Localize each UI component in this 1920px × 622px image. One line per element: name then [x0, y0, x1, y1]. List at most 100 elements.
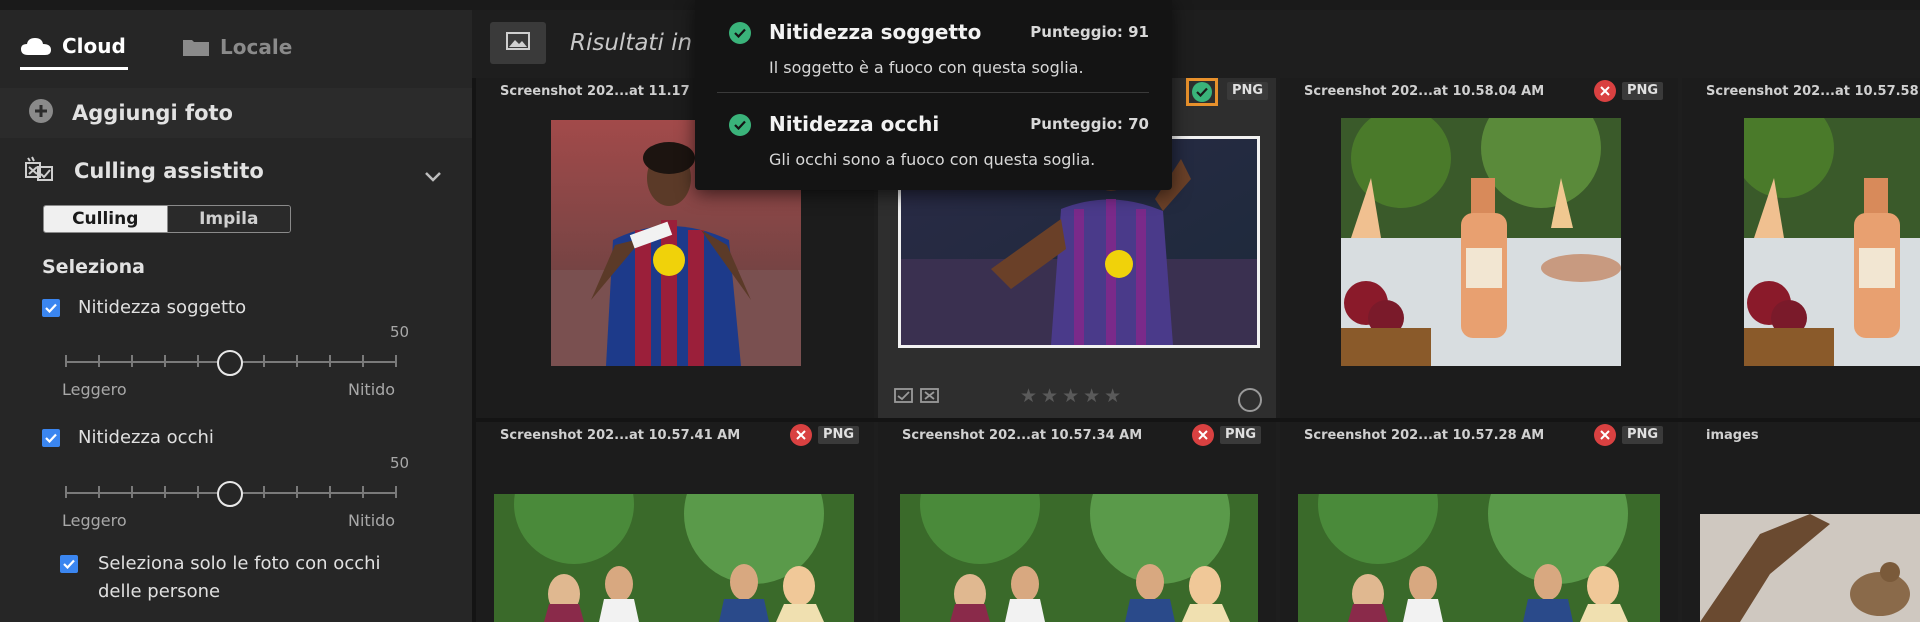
culling-section-title: Culling assistito: [74, 159, 264, 183]
photo-thumbnail[interactable]: [1341, 118, 1621, 366]
results-title: Risultati in: [570, 30, 693, 56]
eye-sharpness-min-label: Leggero: [62, 511, 127, 530]
reject-icon[interactable]: [1594, 80, 1616, 102]
subject-sharpness-row: Nitidezza soggetto: [42, 294, 246, 322]
subject-sharpness-slider-thumb[interactable]: [217, 350, 243, 376]
photo-cell[interactable]: images: [1682, 422, 1920, 622]
photo-thumbnail[interactable]: [494, 494, 854, 622]
slider-tick: [65, 355, 67, 367]
assisted-culling-icon: [24, 155, 56, 188]
slider-tick: [131, 486, 133, 498]
slider-tick: [395, 355, 397, 367]
slider-tick: [197, 355, 199, 367]
slider-tick: [296, 355, 298, 367]
file-type-badge: PNG: [1622, 82, 1664, 100]
slider-tick: [329, 355, 331, 367]
accepted-flag[interactable]: [1186, 78, 1218, 106]
slider-tick: [263, 355, 265, 367]
photo-cell[interactable]: Screenshot 202...at 10.58.04 AM PNG: [1280, 78, 1678, 418]
star-rating[interactable]: ★★★★★: [1020, 385, 1125, 407]
photo-filename: Screenshot 202...at 10.57.41 AM: [500, 428, 741, 443]
photo-cell[interactable]: Screenshot 202...at 10.57.58: [1682, 78, 1920, 418]
photo-thumbnail[interactable]: [1744, 118, 1920, 366]
eye-sharpness-slider-thumb[interactable]: [217, 481, 243, 507]
check-circle-icon: [729, 22, 751, 44]
slider-tick: [263, 486, 265, 498]
file-type-badge: PNG: [1220, 426, 1262, 444]
reject-icon[interactable]: [790, 424, 812, 446]
photo-filename: Screenshot 202...at 10.57.28 AM: [1304, 428, 1545, 443]
slider-tick: [362, 486, 364, 498]
eye-sharpness-slider[interactable]: [65, 479, 401, 507]
segment-culling-button[interactable]: Culling: [44, 206, 167, 232]
tab-local-label: Locale: [220, 35, 293, 59]
cloud-icon: [20, 36, 52, 56]
check-icon: [1192, 82, 1212, 102]
image-icon: [506, 32, 530, 54]
tab-local[interactable]: Locale: [182, 24, 292, 70]
slider-tick: [197, 486, 199, 498]
select-circle-button[interactable]: [1238, 388, 1262, 412]
photo-filename: Screenshot 202...at 10.57.58: [1706, 84, 1919, 99]
source-tabs: Cloud Locale: [20, 24, 460, 72]
culling-section-header[interactable]: Culling assistito: [0, 146, 472, 196]
eyes-only-label-line1: Seleziona solo le foto con occhi: [98, 553, 381, 574]
slider-tick: [131, 355, 133, 367]
file-type-badge: PNG: [1227, 82, 1269, 100]
reject-icon[interactable]: [1192, 424, 1214, 446]
slider-tick: [98, 355, 100, 367]
segment-stack-button[interactable]: Impila: [166, 206, 290, 232]
tooltip-eyes-score: Punteggio: 70: [1030, 115, 1149, 133]
tooltip-eyes-desc: Gli occhi sono a fuoco con questa soglia…: [769, 150, 1096, 169]
grid-row-divider: [476, 418, 1920, 422]
reject-flag-icon[interactable]: [920, 388, 940, 408]
subject-sharpness-label: Nitidezza soggetto: [78, 297, 247, 318]
image-view-button[interactable]: [490, 22, 546, 64]
photo-filename: Screenshot 202...at 10.58.04 AM: [1304, 84, 1545, 99]
file-type-badge: PNG: [1622, 426, 1664, 444]
photo-filename: images: [1706, 428, 1759, 443]
culling-mode-segment: Culling Impila: [43, 205, 291, 233]
chevron-down-icon[interactable]: [424, 164, 442, 188]
slider-tick: [164, 355, 166, 367]
eye-sharpness-row: Nitidezza occhi: [42, 424, 214, 452]
photo-thumbnail[interactable]: [1298, 494, 1660, 622]
photo-cell[interactable]: Screenshot 202...at 10.57.34 AM PNG: [878, 422, 1276, 622]
photo-cell[interactable]: Screenshot 202...at 10.57.41 AM PNG: [476, 422, 874, 622]
photo-cell[interactable]: Screenshot 202...at 10.57.28 AM PNG: [1280, 422, 1678, 622]
check-circle-icon: [729, 114, 751, 136]
photo-filename: Screenshot 202...at 11.17: [500, 84, 690, 99]
subject-sharpness-value: 50: [390, 323, 410, 341]
photo-thumbnail[interactable]: [1700, 514, 1920, 622]
file-type-badge: PNG: [818, 426, 860, 444]
eyes-only-label-line2: delle persone: [98, 581, 221, 602]
reject-icon[interactable]: [1594, 424, 1616, 446]
tooltip-subject-score: Punteggio: 91: [1030, 23, 1149, 41]
eyes-only-checkbox[interactable]: [60, 555, 78, 573]
subject-sharpness-checkbox[interactable]: [42, 299, 60, 317]
eye-sharpness-label: Nitidezza occhi: [78, 427, 214, 448]
subject-sharpness-slider[interactable]: [65, 348, 401, 376]
folder-icon: [182, 37, 210, 57]
tab-cloud[interactable]: Cloud: [20, 24, 128, 70]
add-photo-label: Aggiungi foto: [72, 101, 233, 125]
eye-sharpness-max-label: Nitido: [348, 511, 396, 530]
add-photo-button[interactable]: Aggiungi foto: [0, 88, 472, 138]
subject-sharpness-max-label: Nitido: [348, 380, 396, 399]
slider-tick: [65, 486, 67, 498]
photo-thumbnail[interactable]: [900, 494, 1258, 622]
tooltip-eyes-title: Nitidezza occhi: [769, 112, 940, 136]
slider-tick: [296, 486, 298, 498]
left-panel: Cloud Locale Aggiungi foto Culling assis…: [0, 10, 472, 622]
eye-sharpness-value: 50: [390, 454, 410, 472]
tooltip-subject-title: Nitidezza soggetto: [769, 20, 982, 44]
slider-tick: [164, 486, 166, 498]
tooltip-divider: [717, 92, 1149, 93]
pick-flag-icon[interactable]: [894, 388, 914, 408]
slider-tick: [362, 355, 364, 367]
plus-circle-icon: [28, 98, 54, 129]
sharpness-score-tooltip: Nitidezza soggetto Punteggio: 91 Il sogg…: [695, 0, 1172, 190]
tab-cloud-label: Cloud: [62, 33, 126, 58]
slider-tick: [98, 486, 100, 498]
eye-sharpness-checkbox[interactable]: [42, 429, 60, 447]
